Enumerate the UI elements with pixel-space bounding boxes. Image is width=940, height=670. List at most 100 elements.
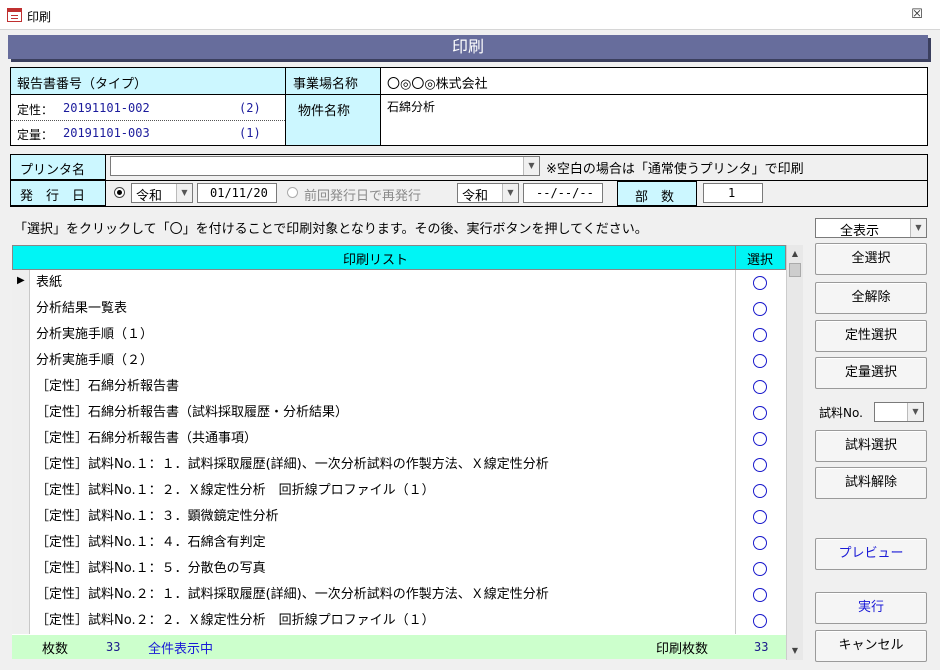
list-item-name: 分析結果一覧表 xyxy=(30,296,736,322)
list-item[interactable]: ［定性］石綿分析報告書 xyxy=(12,374,786,400)
copies-input[interactable]: 1 xyxy=(703,183,763,203)
chevron-down-icon[interactable]: ▼ xyxy=(907,403,923,421)
count-label: 枚数 xyxy=(42,642,69,657)
select-mark-icon[interactable] xyxy=(753,328,767,342)
list-item[interactable]: ［定性］試料No.１：３．顕微鏡定性分析 xyxy=(12,504,786,530)
select-mark-icon[interactable] xyxy=(753,458,767,472)
select-cell[interactable] xyxy=(736,452,786,478)
select-cell[interactable] xyxy=(736,478,786,504)
record-selector[interactable] xyxy=(12,530,30,556)
select-mark-icon[interactable] xyxy=(753,380,767,394)
record-selector[interactable] xyxy=(12,400,30,426)
select-mark-icon[interactable] xyxy=(753,406,767,420)
select-cell[interactable] xyxy=(736,556,786,582)
list-item[interactable]: ［定性］試料No.１：４．石綿含有判定 xyxy=(12,530,786,556)
record-selector[interactable] xyxy=(12,582,30,608)
list-item[interactable]: 分析実施手順（１） xyxy=(12,322,786,348)
property-value: 石綿分析 xyxy=(387,100,436,114)
select-mark-icon[interactable] xyxy=(753,614,767,628)
qual-select-button[interactable]: 定性選択 xyxy=(815,320,927,352)
record-selector[interactable] xyxy=(12,452,30,478)
select-mark-icon[interactable] xyxy=(753,432,767,446)
issue-date-input[interactable]: 01/11/20 xyxy=(197,183,277,203)
chevron-down-icon[interactable]: ▼ xyxy=(176,184,192,202)
select-mark-icon[interactable] xyxy=(753,588,767,602)
list-item[interactable]: ［定性］石綿分析報告書（共通事項） xyxy=(12,426,786,452)
select-cell[interactable] xyxy=(736,374,786,400)
record-selector[interactable]: ▶ xyxy=(12,270,30,296)
prev-date: --/--/-- xyxy=(536,186,594,200)
scroll-down-icon[interactable]: ▼ xyxy=(787,642,803,659)
list-item[interactable]: ［定性］試料No.１：１．試料採取履歴(詳細)、一次分析試料の作製方法、Ｘ線定性… xyxy=(12,452,786,478)
list-item[interactable]: 分析結果一覧表 xyxy=(12,296,786,322)
sample-select-button[interactable]: 試料選択 xyxy=(815,430,927,462)
clear-all-button[interactable]: 全解除 xyxy=(815,282,927,314)
chevron-down-icon[interactable]: ▼ xyxy=(523,157,539,175)
select-cell[interactable] xyxy=(736,400,786,426)
record-selector[interactable] xyxy=(12,478,30,504)
select-cell[interactable] xyxy=(736,608,786,634)
prev-date-input[interactable]: --/--/-- xyxy=(523,183,603,203)
close-icon[interactable]: ☒ xyxy=(906,6,928,24)
select-all-button[interactable]: 全選択 xyxy=(815,243,927,275)
select-mark-icon[interactable] xyxy=(753,510,767,524)
list-item[interactable]: ▶ 表紙 xyxy=(12,270,786,296)
scroll-up-icon[interactable]: ▲ xyxy=(787,245,803,262)
issue-date: 01/11/20 xyxy=(210,186,268,200)
select-cell[interactable] xyxy=(736,426,786,452)
select-cell[interactable] xyxy=(736,322,786,348)
list-item-name: ［定性］試料No.１：２．Ｘ線定性分析 回折線プロファイル（１） xyxy=(30,478,736,504)
select-mark-icon[interactable] xyxy=(753,562,767,576)
select-mark-icon[interactable] xyxy=(753,302,767,316)
record-selector[interactable] xyxy=(12,348,30,374)
issue-date-radio[interactable] xyxy=(114,187,125,198)
list-scrollbar[interactable]: ▲ ▼ xyxy=(786,245,803,660)
list-item[interactable]: 分析実施手順（２） xyxy=(12,348,786,374)
select-mark-icon[interactable] xyxy=(753,354,767,368)
list-item-name: 分析実施手順（１） xyxy=(30,322,736,348)
select-cell[interactable] xyxy=(736,582,786,608)
list-item[interactable]: ［定性］石綿分析報告書（試料採取履歴・分析結果） xyxy=(12,400,786,426)
preview-button[interactable]: プレビュー xyxy=(815,538,927,570)
report-number-values: 定性： 20191101-002 (2) 定量： 20191101-003 (1… xyxy=(10,94,286,146)
site-label: 事業場名称 xyxy=(293,77,359,92)
select-cell[interactable] xyxy=(736,348,786,374)
list-item[interactable]: ［定性］試料No.２：１．試料採取履歴(詳細)、一次分析試料の作製方法、Ｘ線定性… xyxy=(12,582,786,608)
issue-label: 発 行 日 xyxy=(20,189,86,204)
select-mark-icon[interactable] xyxy=(753,276,767,290)
sample-clear-button[interactable]: 試料解除 xyxy=(815,467,927,499)
record-selector[interactable] xyxy=(12,504,30,530)
cancel-button[interactable]: キャンセル xyxy=(815,630,927,662)
quant-select-button[interactable]: 定量選択 xyxy=(815,357,927,389)
filter-select[interactable]: 全表示 ▼ xyxy=(815,218,927,239)
scroll-thumb[interactable] xyxy=(789,263,801,277)
select-mark-icon[interactable] xyxy=(753,536,767,550)
list-item[interactable]: ［定性］試料No.１：２．Ｘ線定性分析 回折線プロファイル（１） xyxy=(12,478,786,504)
list-item[interactable]: ［定性］試料No.１：５．分散色の写真 xyxy=(12,556,786,582)
list-item[interactable]: ［定性］試料No.２：２．Ｘ線定性分析 回折線プロファイル（１） xyxy=(12,608,786,634)
sample-no-select[interactable]: ▼ xyxy=(874,402,924,422)
chevron-down-icon[interactable]: ▼ xyxy=(502,184,518,202)
list-item-name: ［定性］試料No.１：４．石綿含有判定 xyxy=(30,530,736,556)
prev-era-select[interactable]: 令和 ▼ xyxy=(457,183,519,204)
printer-select[interactable]: ▼ xyxy=(110,156,540,176)
record-selector[interactable] xyxy=(12,426,30,452)
record-selector[interactable] xyxy=(12,608,30,634)
prev-date-radio[interactable] xyxy=(287,187,298,198)
select-cell[interactable] xyxy=(736,296,786,322)
chevron-down-icon[interactable]: ▼ xyxy=(910,219,926,237)
issue-era-select[interactable]: 令和 ▼ xyxy=(131,183,193,204)
record-selector[interactable] xyxy=(12,556,30,582)
list-item-name: ［定性］試料No.２：１．試料採取履歴(詳細)、一次分析試料の作製方法、Ｘ線定性… xyxy=(30,582,736,608)
select-mark-icon[interactable] xyxy=(753,484,767,498)
record-selector[interactable] xyxy=(12,322,30,348)
record-selector[interactable] xyxy=(12,374,30,400)
select-cell[interactable] xyxy=(736,504,786,530)
page-title: 印刷 xyxy=(8,35,928,59)
select-cell[interactable] xyxy=(736,270,786,296)
execute-button[interactable]: 実行 xyxy=(815,592,927,624)
record-selector[interactable] xyxy=(12,296,30,322)
qual-kind: 定性： xyxy=(17,103,54,117)
select-cell[interactable] xyxy=(736,530,786,556)
filter-value: 全表示 xyxy=(840,224,880,239)
